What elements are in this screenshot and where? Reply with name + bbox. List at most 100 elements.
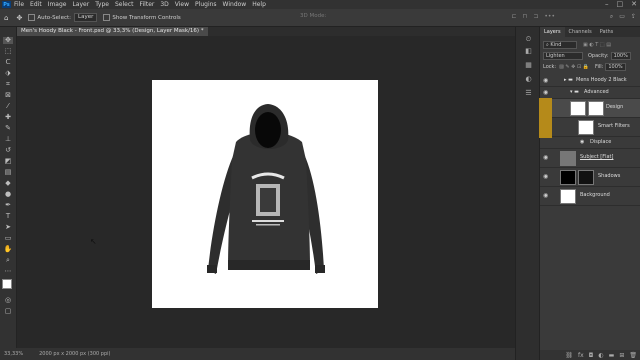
dodge-tool-icon[interactable]: ● — [3, 191, 13, 198]
layer-filter-dropdown[interactable]: ⌕ Kind — [543, 41, 577, 49]
filter-icons[interactable]: ▣ ◐ T ⬚ ▤ — [583, 42, 611, 48]
fill-input[interactable]: 100% — [605, 63, 626, 71]
maximize-button[interactable]: □ — [617, 0, 624, 8]
eraser-tool-icon[interactable]: ◩ — [3, 158, 13, 165]
hoodie-mockup-image — [207, 104, 325, 274]
lock-icons[interactable]: ▨ ✎ ✥ ⊡ 🔒 — [559, 64, 589, 70]
document-canvas[interactable] — [152, 80, 378, 308]
delete-layer-icon[interactable]: 🗑 — [629, 352, 637, 359]
frame-tool-icon[interactable]: ⊠ — [3, 92, 13, 99]
menu-layer[interactable]: Layer — [72, 1, 89, 8]
align-left-icon[interactable]: ⊏ — [512, 13, 517, 20]
visibility-eye-icon[interactable]: ◉ — [543, 89, 548, 96]
layer-name: Design — [606, 104, 624, 110]
share-icon[interactable]: ⇪ — [631, 13, 636, 21]
visibility-eye-icon[interactable]: ◉ — [543, 77, 548, 84]
layer-name: Advanced — [584, 89, 609, 95]
layer-row[interactable]: ◉ Displace — [540, 137, 640, 149]
rectangle-tool-icon[interactable]: ▭ — [3, 235, 13, 242]
tab-paths[interactable]: Paths — [596, 27, 618, 37]
swatches-panel-icon[interactable]: ▦ — [524, 61, 533, 69]
fx-icon[interactable]: fx — [578, 352, 584, 359]
zoom-tool-icon[interactable]: ⌕ — [3, 257, 13, 264]
document-tab[interactable]: Men's Hoody Black - Front.psd @ 33,3% (D… — [17, 27, 208, 36]
menu-image[interactable]: Image — [48, 1, 67, 8]
auto-select-target-dropdown[interactable]: Layer — [74, 13, 98, 22]
folder-icon: ▸ ▬ — [564, 77, 573, 83]
object-select-tool-icon[interactable]: ⬗ — [3, 70, 13, 77]
type-tool-icon[interactable]: T — [3, 213, 13, 220]
more-tools-icon[interactable]: ⋯ — [3, 268, 13, 275]
menu-edit[interactable]: Edit — [30, 1, 42, 8]
menu-plugins[interactable]: Plugins — [195, 1, 217, 8]
quick-mask-icon[interactable]: ◎ — [3, 297, 13, 304]
menu-file[interactable]: File — [14, 1, 24, 8]
marquee-tool-icon[interactable]: ⬚ — [3, 48, 13, 55]
menu-window[interactable]: Window — [223, 1, 247, 8]
blur-tool-icon[interactable]: ◆ — [3, 180, 13, 187]
new-group-icon[interactable]: ▬ — [609, 352, 615, 359]
auto-select-checkbox[interactable] — [28, 14, 36, 21]
hand-tool-icon[interactable]: ✋ — [3, 246, 13, 253]
align-center-icon[interactable]: ⊓ — [523, 13, 528, 20]
visibility-eye-icon[interactable]: ◉ — [543, 192, 548, 199]
libraries-panel-icon[interactable]: ☰ — [524, 89, 533, 97]
close-button[interactable]: ✕ — [631, 0, 637, 8]
zoom-level[interactable]: 33,33% — [4, 351, 23, 357]
search-icon[interactable]: ⌕ — [610, 13, 613, 21]
history-brush-tool-icon[interactable]: ↺ — [3, 147, 13, 154]
adjustment-layer-icon[interactable]: ◐ — [598, 352, 603, 359]
workspace-icon[interactable]: ▭ — [619, 13, 625, 21]
menu-help[interactable]: Help — [252, 1, 266, 8]
clone-stamp-tool-icon[interactable]: ⊥ — [3, 136, 13, 143]
more-icon[interactable]: ••• — [544, 13, 555, 20]
folder-icon: ▾ ▬ — [570, 89, 579, 95]
minimize-button[interactable]: – — [605, 0, 609, 8]
move-tool-icon[interactable]: ✥ — [3, 37, 13, 44]
layer-name: Smart Filters — [598, 123, 630, 129]
layer-row[interactable]: ◉ Shadows — [540, 168, 640, 187]
new-layer-icon[interactable]: ⊞ — [619, 352, 624, 359]
pen-tool-icon[interactable]: ✒ — [3, 202, 13, 209]
lasso-tool-icon[interactable]: ᑕ — [3, 59, 13, 66]
foreground-color-swatch[interactable] — [2, 279, 12, 289]
visibility-eye-icon[interactable]: ◉ — [543, 173, 548, 180]
menu-select[interactable]: Select — [115, 1, 134, 8]
crop-tool-icon[interactable]: ⌗ — [3, 81, 13, 88]
layer-row[interactable]: ◉ Subject [Flat] — [540, 149, 640, 168]
link-layers-icon[interactable]: ⛓ — [565, 352, 573, 359]
blend-mode-dropdown[interactable]: Lighten — [543, 52, 583, 60]
layer-name: Displace — [590, 139, 612, 145]
tab-layers[interactable]: Layers — [540, 27, 565, 37]
home-icon[interactable]: ⌂ — [4, 14, 8, 22]
menu-3d[interactable]: 3D — [160, 1, 168, 8]
path-select-tool-icon[interactable]: ➤ — [3, 224, 13, 231]
layer-row[interactable]: ◉ ▸ ▬ Mens Hoody 2 Black — [540, 75, 640, 87]
layer-row-selected[interactable]: ◉ Design — [540, 99, 640, 118]
menu-view[interactable]: View — [175, 1, 189, 8]
layer-row[interactable]: Smart Filters — [540, 118, 640, 137]
document-info[interactable]: 2000 px x 2000 px (300 ppi) — [39, 351, 110, 357]
gradient-tool-icon[interactable]: ▤ — [3, 169, 13, 176]
move-tool-icon[interactable]: ✥ — [16, 14, 22, 22]
brush-tool-icon[interactable]: ✎ — [3, 125, 13, 132]
adjustments-panel-icon[interactable]: ◐ — [524, 75, 533, 83]
tab-channels[interactable]: Channels — [565, 27, 596, 37]
menu-type[interactable]: Type — [95, 1, 109, 8]
visibility-eye-icon[interactable]: ◉ — [543, 154, 548, 161]
visibility-eye-icon[interactable]: ◉ — [580, 139, 584, 145]
history-panel-icon[interactable]: ⏲ — [524, 35, 533, 43]
add-mask-icon[interactable]: ◘ — [589, 352, 594, 359]
show-transform-checkbox[interactable] — [103, 14, 111, 21]
show-transform-label: Show Transform Controls — [112, 14, 181, 21]
screen-mode-icon[interactable]: ▢ — [3, 308, 13, 315]
menu-filter[interactable]: Filter — [140, 1, 155, 8]
layer-row[interactable]: ◉ Background — [540, 187, 640, 206]
opacity-input[interactable]: 100% — [610, 52, 631, 60]
properties-panel-icon[interactable]: ◧ — [524, 47, 533, 55]
layer-row[interactable]: ◉ ▾ ▬ Advanced — [540, 87, 640, 99]
eyedropper-tool-icon[interactable]: ⁄ — [3, 103, 13, 110]
lock-label: Lock: — [543, 64, 557, 70]
align-right-icon[interactable]: ⊐ — [533, 13, 538, 20]
healing-brush-tool-icon[interactable]: ✚ — [3, 114, 13, 121]
